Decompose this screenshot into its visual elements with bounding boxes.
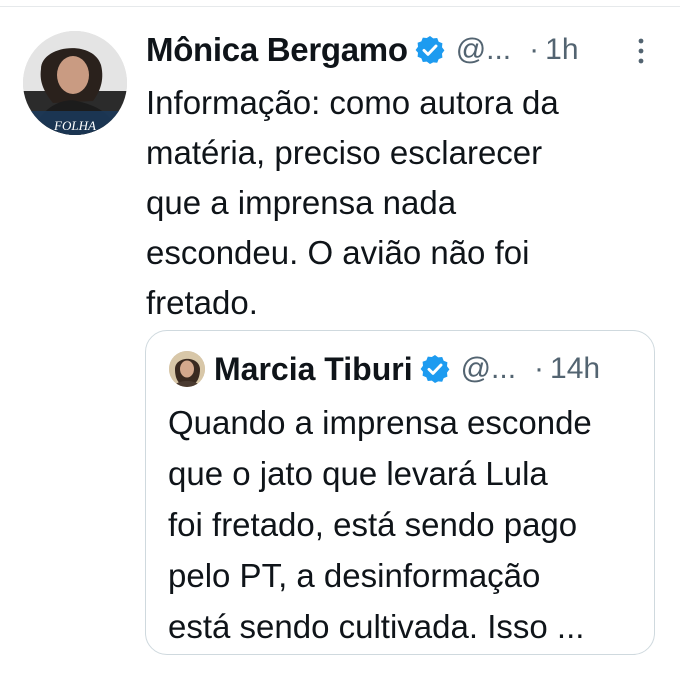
quoted-author-handle[interactable]: @... — [461, 352, 516, 386]
quoted-author-avatar[interactable] — [169, 351, 205, 387]
more-vertical-icon[interactable] — [634, 36, 648, 66]
quoted-tweet-text: Quando a imprensa esconde que o jato que… — [168, 404, 592, 645]
quoted-tweet[interactable]: Marcia Tiburi @... · 14h Quando a impren… — [145, 330, 655, 655]
separator-dot: · — [529, 33, 540, 66]
author-handle[interactable]: @... — [456, 33, 511, 67]
tweet-time[interactable]: 1h — [545, 33, 578, 67]
quoted-tweet-header: Marcia Tiburi @... · 14h — [214, 346, 600, 392]
verified-badge-icon — [419, 353, 451, 385]
author-name[interactable]: Mônica Bergamo — [146, 31, 408, 69]
tweet-text: Informação: como autora da matéria, prec… — [146, 84, 559, 321]
tweet[interactable]: FOLHA Mônica Bergamo @... · 1h Informaçã… — [0, 0, 680, 677]
separator-dot: · — [534, 352, 545, 385]
quoted-tweet-time[interactable]: 14h — [550, 352, 600, 386]
tweet-header: Mônica Bergamo @... · 1h — [146, 26, 579, 74]
folha-logo: FOLHA — [53, 118, 96, 133]
author-avatar[interactable]: FOLHA — [23, 31, 127, 135]
quoted-author-name[interactable]: Marcia Tiburi — [214, 351, 413, 388]
verified-badge-icon — [414, 34, 446, 66]
